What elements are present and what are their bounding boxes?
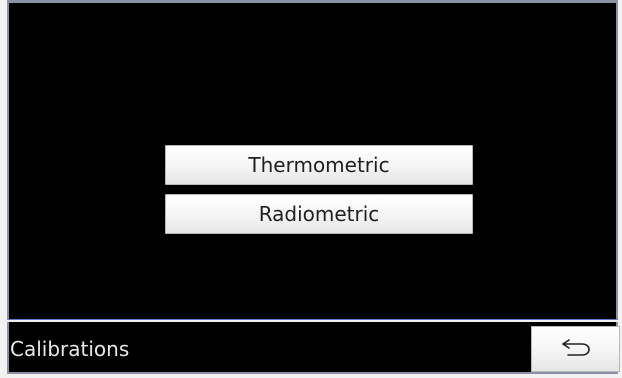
thermometric-button[interactable]: Thermometric: [165, 145, 473, 185]
back-button[interactable]: [531, 326, 620, 372]
page-title: Calibrations: [10, 337, 130, 361]
radiometric-button[interactable]: Radiometric: [165, 194, 473, 234]
bottom-bar: Calibrations: [7, 322, 620, 374]
back-arrow-icon: [558, 336, 594, 362]
screen: Thermometric Radiometric Calibrations: [0, 0, 622, 378]
